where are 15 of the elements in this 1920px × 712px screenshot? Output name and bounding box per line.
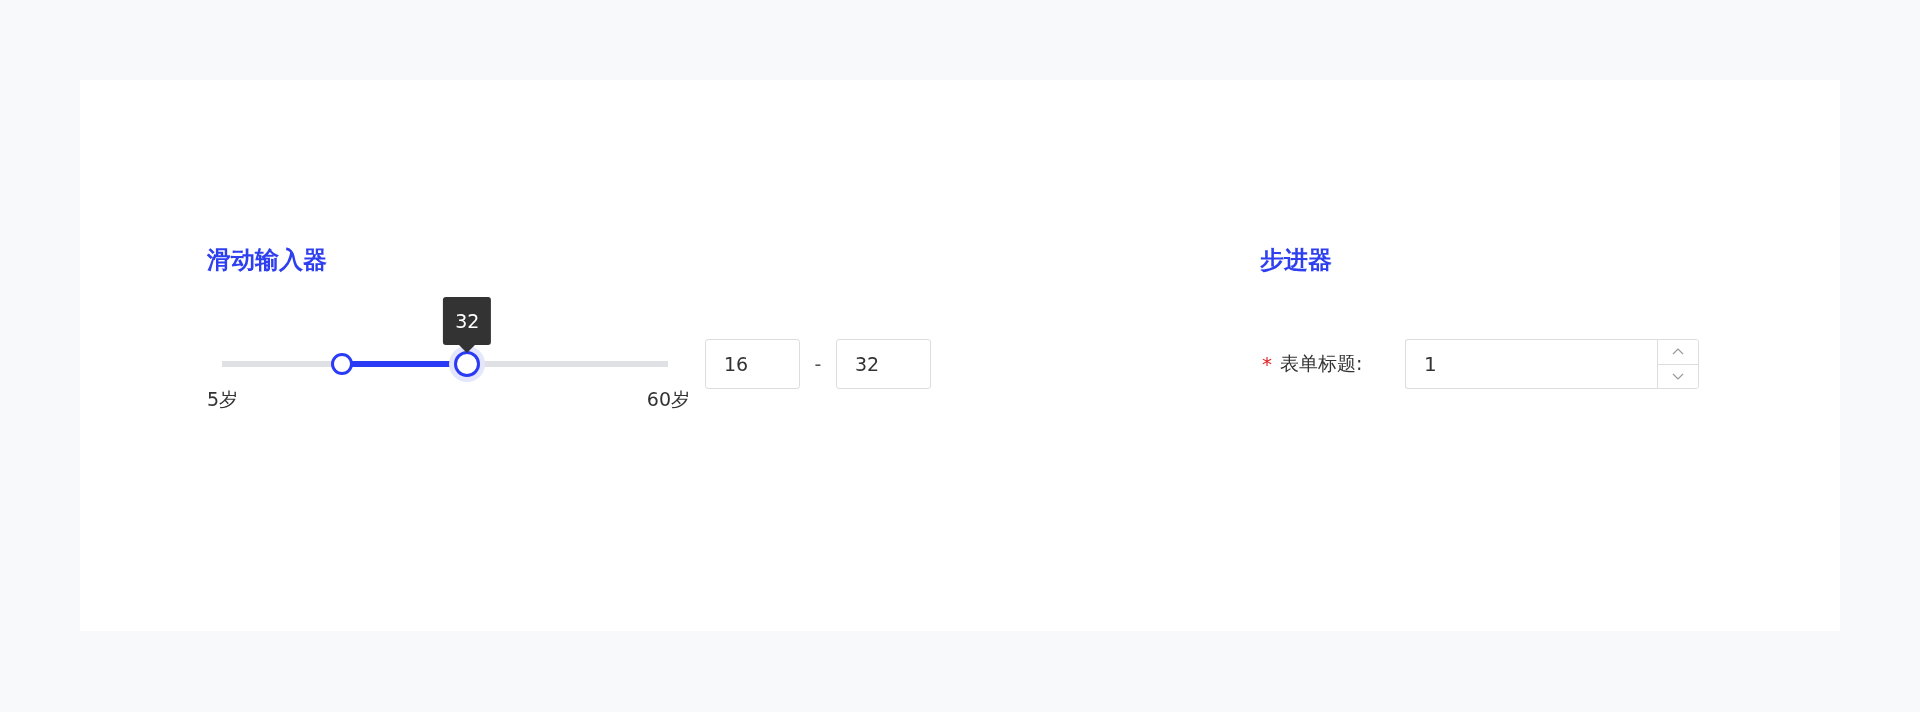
value-tooltip: 32 [443, 297, 492, 345]
chevron-up-icon [1672, 348, 1684, 356]
required-mark: * [1262, 352, 1272, 376]
min-label: 5岁 [207, 387, 239, 411]
section-title: 滑动输入器 [207, 245, 328, 276]
slider-handle[interactable] [331, 353, 354, 375]
chevron-down-icon [1672, 372, 1684, 380]
section-title: 步进器 [1260, 245, 1333, 276]
max-label: 60岁 [646, 387, 690, 411]
range-separator: - [813, 352, 823, 377]
tooltip-arrow [459, 345, 476, 353]
range-input[interactable]: 16 [705, 339, 800, 389]
range-input[interactable]: 32 [836, 339, 931, 389]
number-input[interactable]: 1 [1405, 339, 1657, 389]
field-label: 表单标题: [1280, 351, 1364, 376]
